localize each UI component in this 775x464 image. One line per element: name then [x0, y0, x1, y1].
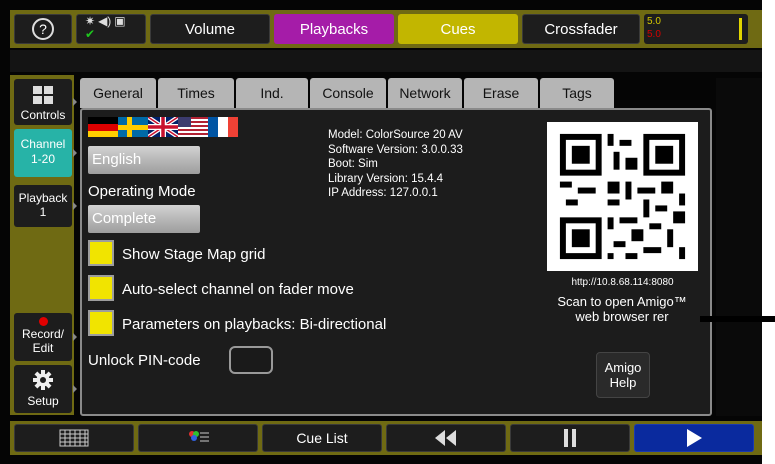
rewind-icon: [435, 430, 456, 446]
amigo-help-line-1: Amigo: [604, 360, 642, 375]
system-info: Model: ColorSource 20 AV Software Versio…: [328, 128, 463, 201]
tab-console[interactable]: Console: [310, 78, 386, 108]
chevron-right-icon: [73, 385, 77, 393]
amigo-url: http://10.8.68.114:8080: [571, 277, 674, 288]
channel-button[interactable]: Channel 1-20: [14, 129, 77, 177]
fader-grid-icon: [59, 429, 89, 447]
chevron-right-icon: [73, 98, 77, 106]
play-icon: [687, 429, 702, 447]
grid-view-button[interactable]: [14, 424, 134, 452]
tab-times[interactable]: Times: [158, 78, 234, 108]
operating-mode-select[interactable]: Complete: [88, 205, 200, 233]
flag-german-icon[interactable]: [88, 117, 118, 137]
cues-button[interactable]: Cues: [398, 14, 518, 44]
chevron-right-icon: [73, 149, 77, 157]
record-edit-button[interactable]: Record/ Edit: [14, 313, 77, 361]
flag-french-icon[interactable]: [208, 117, 238, 137]
tab-general[interactable]: General: [80, 78, 156, 108]
language-select[interactable]: English: [88, 146, 200, 174]
top-bar: ? ✷ ◀︎) ▣ ✔ Volume Playbacks Cues Crossf…: [10, 10, 762, 48]
qr-code-icon: [548, 122, 697, 271]
bidirectional-checkbox[interactable]: [88, 310, 114, 336]
software-version-text: Software Version: 3.0.0.33: [328, 143, 463, 156]
general-panel: English Operating Mode Complete Show Sta…: [80, 108, 712, 416]
setup-button[interactable]: Setup: [14, 365, 77, 413]
qr-code: [547, 122, 698, 271]
ip-address-text: IP Address: 127.0.0.1: [328, 187, 438, 199]
tab-erase[interactable]: Erase: [464, 78, 538, 108]
color-picker-button[interactable]: [138, 424, 258, 452]
crossfader-status[interactable]: 5.0 5.0: [644, 14, 748, 44]
tab-tags[interactable]: Tags: [540, 78, 614, 108]
status-icons[interactable]: ✷ ◀︎) ▣ ✔: [76, 14, 146, 44]
image-icon: ▣: [114, 14, 126, 28]
volume-button[interactable]: Volume: [150, 14, 270, 44]
pause-button[interactable]: [510, 424, 630, 452]
auto-select-label: Auto-select channel on fader move: [122, 281, 354, 298]
playback-button[interactable]: Playback 1: [14, 185, 77, 227]
status-strip: [10, 50, 762, 72]
setup-label: Setup: [27, 394, 59, 408]
grid-icon: [33, 86, 53, 104]
crossfader-button[interactable]: Crossfader: [522, 14, 640, 44]
bidirectional-label: Parameters on playbacks: Bi-directional: [122, 316, 387, 333]
divider: [700, 316, 775, 322]
scan-line-1: Scan to open Amigo™: [557, 294, 687, 309]
playbacks-button[interactable]: Playbacks: [274, 14, 394, 44]
language-flags: [88, 117, 238, 137]
record-label: Record/: [21, 327, 65, 341]
help-icon: ?: [32, 18, 54, 40]
checkmark-icon: ✔: [85, 27, 96, 41]
model-text: Model: ColorSource 20 AV: [328, 129, 463, 141]
fader-level-bar: [739, 18, 742, 40]
edit-label: Edit: [32, 341, 54, 355]
boot-text: Boot: Sim: [328, 158, 378, 170]
color-palette-icon: [189, 431, 209, 442]
pause-icon: [564, 429, 576, 447]
stage-map-grid-label: Show Stage Map grid: [122, 246, 266, 263]
amigo-scan-text: Scan to open Amigo™ web browser rer: [538, 294, 706, 324]
bottom-bar: Cue List: [10, 421, 762, 455]
fader-value-b: 5.0: [647, 29, 661, 40]
stage-map-grid-checkbox[interactable]: [88, 240, 114, 266]
go-button[interactable]: [634, 424, 754, 452]
back-button[interactable]: [386, 424, 506, 452]
fader-value-a: 5.0: [647, 16, 661, 27]
tab-ind[interactable]: Ind.: [236, 78, 308, 108]
flag-us-icon[interactable]: [178, 117, 208, 137]
record-icon: [38, 317, 48, 326]
left-sidebar: Controls Channel 1-20 Playback 1 Record/…: [10, 75, 77, 415]
gear-icon: [33, 370, 53, 390]
playback-number: 1: [39, 205, 47, 219]
controls-label: Controls: [20, 108, 66, 122]
amigo-help-button[interactable]: Amigo Help: [596, 352, 650, 398]
amigo-help-line-2: Help: [609, 375, 637, 390]
speaker-icon: ◀︎): [98, 14, 112, 28]
right-margin: [716, 78, 762, 416]
auto-select-checkbox[interactable]: [88, 275, 114, 301]
operating-mode-label: Operating Mode: [88, 183, 196, 200]
chevron-right-icon: [73, 202, 77, 210]
tab-network[interactable]: Network: [388, 78, 462, 108]
controls-button[interactable]: Controls: [14, 79, 77, 125]
channel-label: Channel: [20, 137, 66, 151]
library-version-text: Library Version: 15.4.4: [328, 172, 444, 185]
chevron-right-icon: [73, 333, 77, 341]
playback-label: Playback: [18, 191, 68, 205]
help-button[interactable]: ?: [14, 14, 72, 44]
flag-swedish-icon[interactable]: [118, 117, 148, 137]
flag-uk-icon[interactable]: [148, 117, 178, 137]
pin-input[interactable]: [229, 346, 273, 374]
scan-line-2: web browser rer: [575, 309, 669, 324]
cue-list-button[interactable]: Cue List: [262, 424, 382, 452]
pin-label: Unlock PIN-code: [88, 352, 201, 369]
channel-range: 1-20: [30, 152, 56, 166]
setup-main: General Times Ind. Console Network Erase…: [80, 78, 712, 416]
